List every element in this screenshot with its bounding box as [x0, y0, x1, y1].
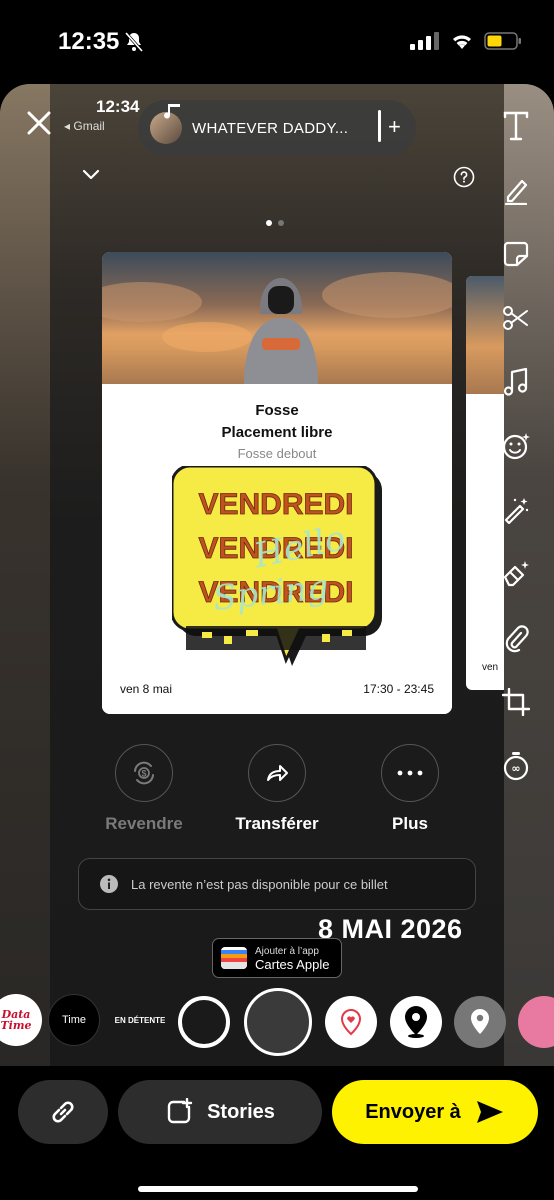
lens-label: Data Time: [0, 1008, 32, 1032]
ticket-hours: 17:30 - 23:45: [363, 682, 434, 696]
snap-editor: 12:34 ◂ Gmail WHATEVER DADDY... + Fosse …: [0, 84, 554, 1066]
smile-sparkle-icon[interactable]: [494, 426, 538, 466]
artist-figure: [244, 278, 318, 384]
location-pin-icon: [471, 1009, 489, 1034]
resale-info-banner: La revente n’est pas disponible pour ce …: [78, 858, 476, 910]
more-label: Plus: [392, 814, 428, 833]
stories-button[interactable]: Stories: [118, 1080, 322, 1144]
event-artwork: [102, 252, 452, 384]
transfer-label: Transférer: [235, 814, 319, 833]
lens-label: EN DÉTENTE: [114, 1015, 166, 1025]
link-button[interactable]: [18, 1080, 108, 1144]
sticker-tool-icon[interactable]: [494, 234, 538, 274]
magic-wand-icon[interactable]: [494, 490, 538, 530]
music-title: WHATEVER DADDY...: [192, 119, 349, 137]
wifi-icon: [453, 35, 471, 49]
music-icon[interactable]: [494, 362, 538, 402]
wallet-icon: [221, 947, 247, 969]
share-arrow-icon: [248, 744, 306, 802]
close-icon[interactable]: [24, 108, 54, 138]
svg-text:∞: ∞: [511, 762, 520, 775]
chevron-down-icon: [82, 168, 100, 186]
music-trim-handle[interactable]: [378, 110, 381, 142]
pen-tool-icon[interactable]: [494, 170, 538, 210]
svg-text:$: $: [141, 769, 146, 779]
stories-label: Stories: [207, 1100, 275, 1123]
transfer-button[interactable]: Transférer: [217, 744, 337, 834]
home-indicator[interactable]: [138, 1186, 418, 1192]
help-icon: [453, 166, 475, 193]
en-detente-lens[interactable]: EN DÉTENTE: [112, 994, 168, 1046]
scissors-icon[interactable]: [494, 298, 538, 338]
resell-button[interactable]: $ Revendre: [84, 744, 204, 834]
crop-icon[interactable]: [494, 682, 538, 722]
ticket-category: Fosse: [255, 402, 299, 419]
cloud-shape: [322, 272, 452, 318]
ticket-subtitle: Fosse debout: [237, 446, 317, 461]
location-lens[interactable]: [454, 996, 506, 1048]
bottom-action-bar: Stories Envoyer à: [0, 1066, 554, 1200]
character-lens[interactable]: [518, 996, 554, 1048]
send-to-label: Envoyer à: [365, 1100, 461, 1123]
resale-info-text: La revente n’est pas disponible pour ce …: [131, 876, 388, 892]
page-dot: [266, 220, 272, 226]
map-pin-lens[interactable]: [390, 996, 442, 1048]
empty-lens-ring[interactable]: [178, 996, 230, 1048]
page-indicator: [266, 220, 284, 226]
add-story-icon: [167, 1098, 193, 1124]
map-pin-icon: [405, 1006, 427, 1038]
music-note-icon: [164, 102, 182, 127]
capture-button[interactable]: [244, 988, 312, 1056]
status-bar: 12:35: [0, 0, 554, 84]
status-time: 12:35: [58, 28, 120, 55]
send-to-button[interactable]: Envoyer à: [332, 1080, 538, 1144]
add-to-apple-wallet-button[interactable]: Ajouter à l’app Cartes Apple: [212, 938, 342, 978]
lens-label: Time: [61, 1014, 87, 1026]
time-lens[interactable]: Time: [48, 994, 100, 1046]
wallet-line2: Cartes Apple: [255, 957, 330, 972]
data-time-lens[interactable]: Data Time: [0, 994, 42, 1046]
back-to-app-link: ◂ Gmail: [64, 119, 105, 133]
text-tool-icon[interactable]: [494, 106, 538, 146]
battery-icon: [484, 32, 521, 50]
next-ticket-date: ven: [482, 662, 499, 673]
timer-icon[interactable]: ∞: [494, 746, 538, 786]
signal-icon: [410, 32, 439, 50]
bell-slash-icon: [122, 30, 146, 59]
more-button[interactable]: Plus: [350, 744, 470, 834]
location-heart-lens[interactable]: [325, 996, 377, 1048]
send-arrow-icon: [476, 1101, 503, 1123]
left-preview-edge: [0, 84, 50, 1066]
more-icon: [381, 744, 439, 802]
sticker-word: VENDREDI: [198, 488, 353, 521]
resell-label: Revendre: [105, 814, 183, 833]
add-music-icon[interactable]: +: [388, 114, 401, 140]
eraser-icon[interactable]: [494, 554, 538, 594]
resell-icon: $: [115, 744, 173, 802]
ticket-date: ven 8 mai: [120, 682, 173, 696]
link-icon: [52, 1101, 74, 1123]
status-indicators: [410, 32, 522, 50]
location-heart-icon: [340, 1008, 362, 1036]
info-icon: [100, 875, 118, 893]
page-dot: [278, 220, 284, 226]
inner-status-time: 12:34: [96, 97, 140, 116]
paperclip-icon[interactable]: [494, 618, 538, 658]
ticket-placement: Placement libre: [221, 424, 333, 441]
vendredi-sticker[interactable]: VENDREDI VENDREDI VENDREDI Hello Spring: [172, 466, 388, 680]
cloud-shape: [102, 282, 202, 322]
